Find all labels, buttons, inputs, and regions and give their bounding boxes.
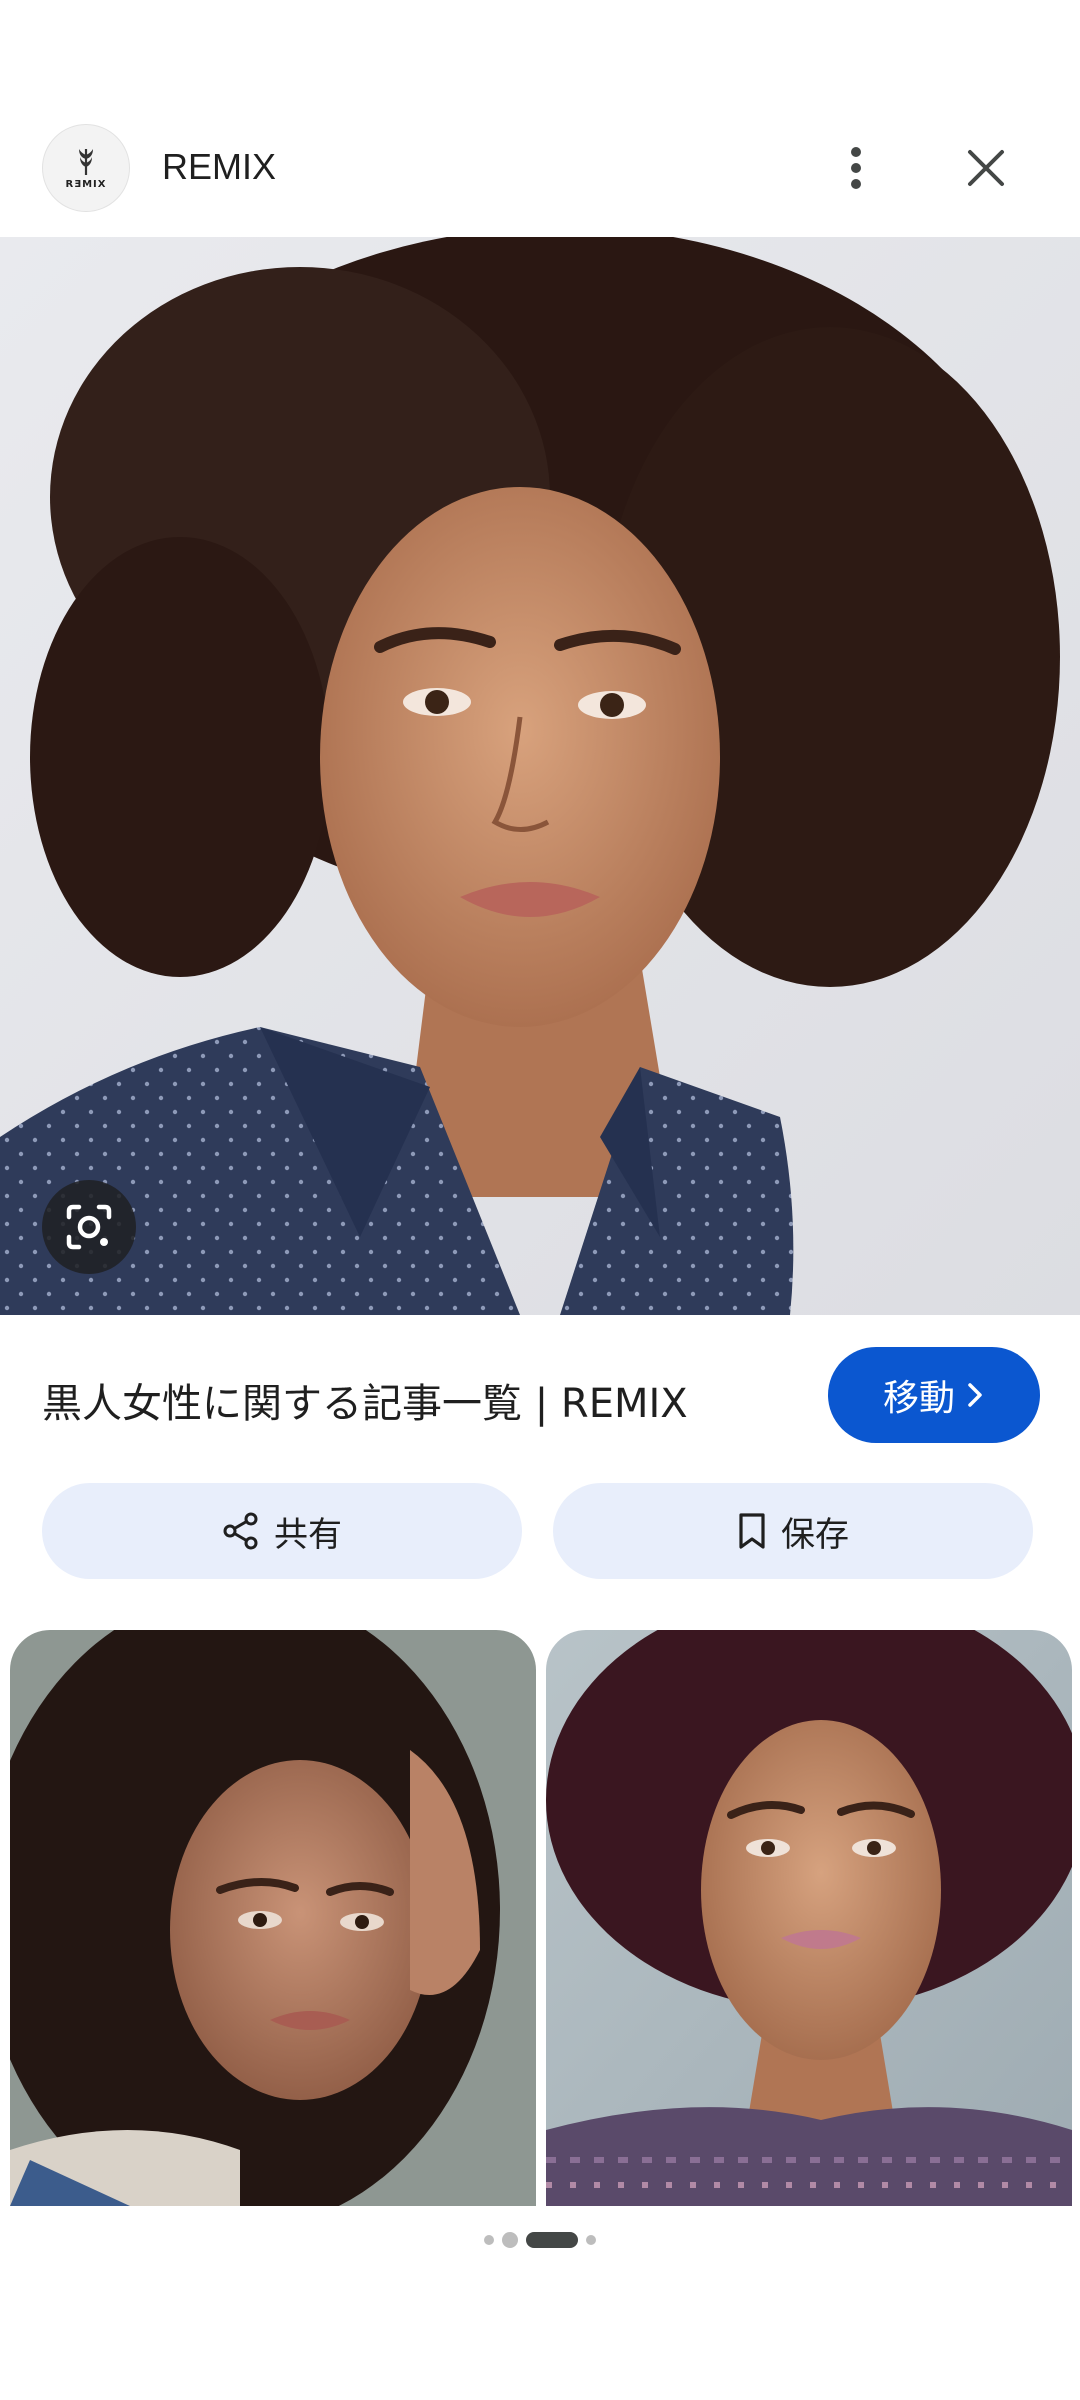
pager-dot[interactable]: [484, 2235, 494, 2245]
share-icon: [222, 1512, 260, 1550]
related-image-2[interactable]: [546, 1630, 1072, 2206]
close-button[interactable]: [956, 138, 1016, 198]
image-viewer: RƎMIX REMIX 黒人女性に関する記事一覧 | REMIX 移動 共有 保…: [0, 0, 1080, 2400]
share-label: 共有: [274, 1514, 342, 1555]
result-title-row: 黒人女性に関する記事一覧 | REMIX 移動: [0, 1345, 1080, 1445]
related-images-grid: [0, 1630, 1080, 2206]
visit-button-label: 移動: [882, 1378, 955, 1419]
result-title[interactable]: 黒人女性に関する記事一覧 | REMIX: [42, 1371, 688, 1429]
pager-dot[interactable]: [586, 2235, 596, 2245]
pager-dot-active[interactable]: [526, 2232, 578, 2248]
chevron-right-icon: [968, 1383, 982, 1407]
more-vert-icon: [851, 147, 861, 189]
visit-button[interactable]: 移動: [828, 1347, 1040, 1443]
lens-icon: [66, 1204, 112, 1250]
logo-text: RƎMIX: [65, 178, 107, 190]
close-icon: [968, 150, 1004, 186]
site-logo[interactable]: RƎMIX: [42, 124, 130, 212]
related-image-1[interactable]: [10, 1630, 536, 2206]
save-button[interactable]: 保存: [553, 1483, 1033, 1579]
lens-search-button[interactable]: [42, 1180, 136, 1274]
action-row: 共有 保存: [0, 1483, 1080, 1579]
site-name[interactable]: REMIX: [162, 146, 276, 188]
share-button[interactable]: 共有: [42, 1483, 522, 1579]
more-options-button[interactable]: [826, 138, 886, 198]
pager-dot[interactable]: [502, 2232, 518, 2248]
remix-logo-icon: RƎMIX: [58, 140, 114, 196]
viewer-header: RƎMIX REMIX: [0, 120, 1080, 216]
save-label: 保存: [781, 1514, 849, 1555]
bookmark-icon: [737, 1512, 767, 1550]
main-image[interactable]: [0, 237, 1080, 1315]
pager-dots: [0, 2230, 1080, 2250]
